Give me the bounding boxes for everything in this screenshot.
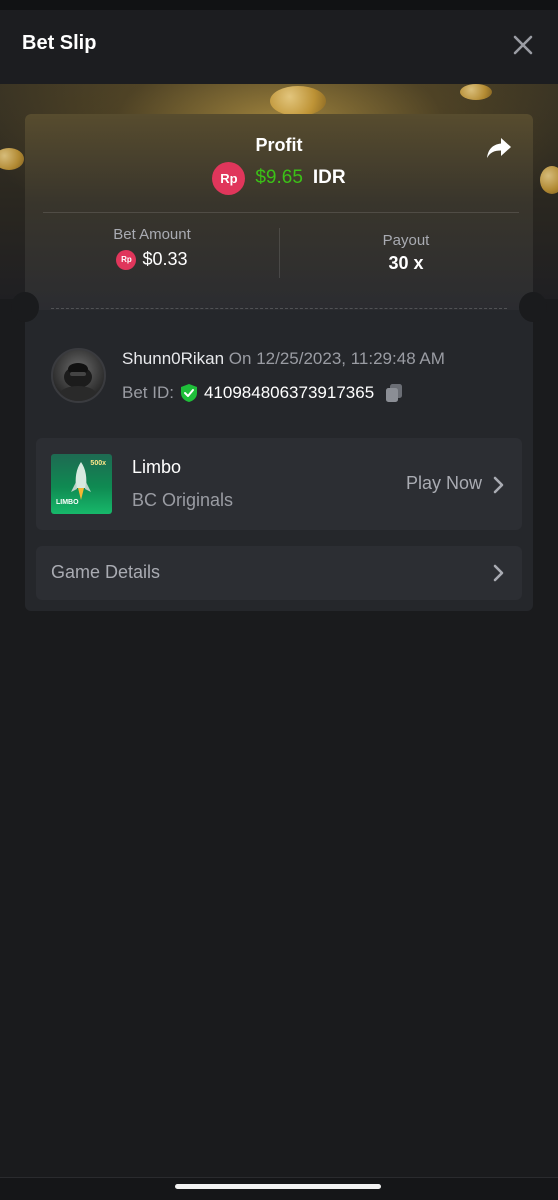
profit-row: Rp $9.65 IDR bbox=[25, 161, 533, 195]
rupiah-coin-icon: Rp bbox=[212, 161, 246, 195]
header: Bet Slip bbox=[0, 10, 558, 84]
ticket-perforation bbox=[51, 308, 507, 309]
profit-label: Profit bbox=[255, 135, 303, 155]
decorative-coin bbox=[270, 86, 326, 116]
close-icon bbox=[513, 35, 533, 55]
game-details-row[interactable]: Game Details bbox=[36, 546, 522, 600]
rupiah-coin-icon: Rp bbox=[116, 249, 137, 270]
game-details-label: Game Details bbox=[51, 562, 161, 582]
page-title: Bet Slip bbox=[22, 32, 97, 54]
thumbnail-multiplier: 500x bbox=[90, 460, 106, 467]
status-strip bbox=[0, 0, 558, 10]
thumbnail-label: LIMBO bbox=[56, 499, 79, 506]
ticket-notch-right bbox=[519, 292, 547, 322]
home-indicator[interactable] bbox=[175, 1184, 381, 1189]
divider bbox=[43, 212, 519, 213]
user-avatar-icon bbox=[60, 363, 96, 401]
bet-amount-value: $0.33 bbox=[142, 249, 188, 269]
user-info-line: Shunn0Rikan On 12/25/2023, 11:29:48 AM bbox=[122, 349, 445, 369]
copy-icon bbox=[386, 384, 403, 402]
chevron-right-icon bbox=[493, 564, 504, 582]
close-button[interactable] bbox=[512, 34, 534, 56]
bet-slip-card: Profit Rp $9.65 IDR Bet Amount Rp $0.33 … bbox=[11, 114, 547, 611]
decorative-coin bbox=[0, 148, 24, 170]
payout-value: 30 x bbox=[388, 253, 424, 273]
profit-value: $9.65 bbox=[255, 167, 303, 188]
bet-id-line: Bet ID: 410984806373917365 bbox=[122, 382, 405, 404]
play-now-button[interactable]: Play Now bbox=[406, 473, 482, 494]
decorative-coin bbox=[540, 166, 558, 194]
verified-shield-icon bbox=[180, 384, 197, 402]
game-provider: BC Originals bbox=[132, 490, 234, 510]
ticket-notch-left bbox=[11, 292, 39, 322]
bet-amount-stat: Bet Amount Rp $0.33 bbox=[25, 226, 279, 270]
chevron-right-icon bbox=[493, 476, 504, 494]
limbo-game-thumbnail: 500x LIMBO bbox=[51, 454, 112, 514]
avatar[interactable] bbox=[51, 348, 106, 403]
decorative-coin bbox=[460, 84, 492, 100]
bet-id-value: 410984806373917365 bbox=[203, 383, 375, 402]
bet-id-label: Bet ID: bbox=[122, 383, 174, 402]
payout-label: Payout bbox=[382, 232, 430, 249]
share-button[interactable] bbox=[485, 136, 513, 160]
copy-bet-id-button[interactable] bbox=[383, 382, 405, 404]
game-name: Limbo bbox=[132, 457, 182, 477]
profit-panel: Profit Rp $9.65 IDR Bet Amount Rp $0.33 … bbox=[25, 114, 533, 310]
share-arrow-icon bbox=[487, 138, 511, 158]
username[interactable]: Shunn0Rikan bbox=[122, 349, 224, 368]
bet-amount-label: Bet Amount bbox=[113, 226, 191, 243]
payout-stat: Payout 30 x bbox=[279, 232, 533, 274]
game-row[interactable]: 500x LIMBO Limbo BC Originals Play Now bbox=[36, 438, 522, 530]
profit-currency: IDR bbox=[312, 167, 346, 188]
bet-timestamp: On 12/25/2023, 11:29:48 AM bbox=[224, 349, 445, 368]
